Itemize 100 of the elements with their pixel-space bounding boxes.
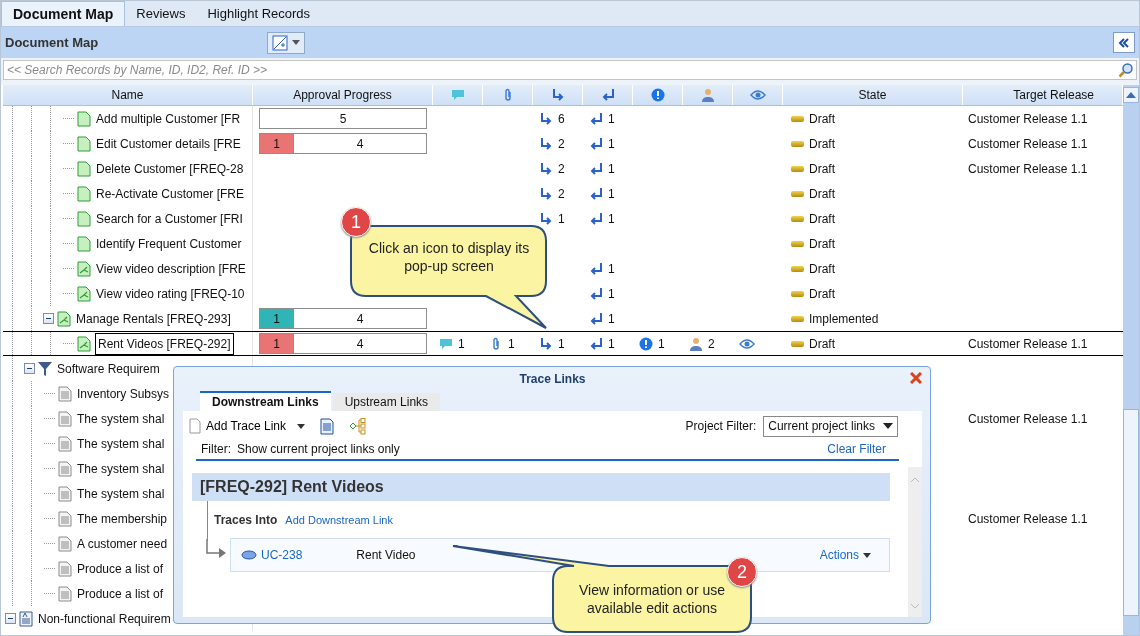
tab[interactable]: Downstream Links xyxy=(200,391,331,411)
count-text[interactable]: 1 xyxy=(558,211,565,226)
return-arrow-icon xyxy=(589,186,603,201)
callout-text: View information or use available edit actions xyxy=(577,581,726,617)
count-text[interactable]: 1 xyxy=(608,261,615,276)
count-text[interactable]: 6 xyxy=(558,111,565,126)
linked-document-icon xyxy=(57,310,71,327)
expander-toggle[interactable] xyxy=(24,363,35,374)
count-text[interactable]: 1 xyxy=(608,186,615,201)
record-name[interactable]: View video rating [FREQ-10 xyxy=(96,286,245,301)
state-text: Draft xyxy=(809,261,835,276)
view-options-button[interactable] xyxy=(267,31,305,54)
target-release-text: Customer Release 1.1 xyxy=(968,161,1088,176)
record-name[interactable]: Search for a Customer [FRI xyxy=(96,211,243,226)
scrollbar[interactable] xyxy=(1123,85,1139,635)
state-icon xyxy=(791,190,804,197)
state-text: Draft xyxy=(809,236,835,251)
state-text: Draft xyxy=(809,286,835,301)
close-icon[interactable] xyxy=(910,372,922,384)
record-name[interactable]: View video description [FRE xyxy=(96,261,246,276)
state-icon xyxy=(791,165,804,172)
count-text[interactable]: 2 xyxy=(708,336,715,351)
clear-filter-link[interactable]: Clear Filter xyxy=(827,442,886,456)
document-icon xyxy=(77,185,91,202)
count-text[interactable]: 1 xyxy=(608,136,615,151)
count-text[interactable]: 1 xyxy=(608,286,615,301)
linked-document-icon xyxy=(77,335,91,352)
tab[interactable]: Reviews xyxy=(125,2,197,26)
report-icon[interactable] xyxy=(320,417,335,435)
count-text[interactable]: 1 xyxy=(608,111,615,126)
count-text[interactable]: 2 xyxy=(558,161,565,176)
search-field[interactable]: << Search Records by Name, ID, ID2, Ref. ID >> xyxy=(3,60,1137,80)
record-name[interactable]: The system shal xyxy=(77,461,165,476)
linked-document-icon xyxy=(77,285,91,302)
project-filter-dropdown[interactable]: Current project links xyxy=(763,415,898,437)
target-release-text: Customer Release 1.1 xyxy=(968,411,1088,426)
state-icon xyxy=(791,240,804,247)
return-arrow-icon xyxy=(589,286,603,301)
count-text[interactable]: 2 xyxy=(558,186,565,201)
text-document-icon xyxy=(58,535,72,552)
count-text[interactable]: 1 xyxy=(508,336,515,351)
count-text[interactable]: 2 xyxy=(558,136,565,151)
expander-toggle[interactable] xyxy=(5,613,16,624)
scroll-up-icon[interactable] xyxy=(1126,92,1136,98)
expander-toggle[interactable] xyxy=(43,313,54,324)
search-icon xyxy=(1118,62,1134,78)
tab[interactable]: Document Map xyxy=(1,1,126,26)
dialog-title: Trace Links xyxy=(519,372,586,386)
column-header[interactable]: Approval Progress xyxy=(253,85,433,105)
downstream-arrow-icon xyxy=(539,111,553,126)
caret-icon[interactable] xyxy=(297,423,306,429)
record-name[interactable]: Produce a list of xyxy=(77,586,164,601)
add-trace-link-button[interactable]: Add Trace Link xyxy=(206,419,287,433)
record-name[interactable]: Edit Customer details [FRE xyxy=(96,136,241,151)
record-name[interactable]: Add multiple Customer [FR xyxy=(96,111,241,126)
record-name[interactable]: The membership xyxy=(77,511,168,526)
record-name[interactable]: Inventory Subsys xyxy=(77,386,170,401)
eye-icon xyxy=(739,336,755,351)
dropdown-arrow-icon xyxy=(883,423,893,429)
hierarchy-icon[interactable] xyxy=(349,417,368,435)
record-name[interactable]: Delete Customer [FREQ-28 xyxy=(96,161,244,176)
record-name[interactable]: Produce a list of xyxy=(77,561,164,576)
record-name[interactable]: Identify Frequent Customer xyxy=(96,236,242,251)
linked-document-icon xyxy=(77,260,91,277)
record-name[interactable]: A customer need xyxy=(77,536,168,551)
record-name[interactable]: The system shal xyxy=(77,411,165,426)
record-id-link[interactable]: UC-238 xyxy=(261,548,303,562)
document-icon xyxy=(77,235,91,252)
double-chevron-left-icon xyxy=(1118,37,1130,48)
column-header[interactable]: State xyxy=(783,85,963,105)
count-text[interactable]: 1 xyxy=(608,311,615,326)
return-arrow-icon xyxy=(589,261,603,276)
count-text[interactable]: 1 xyxy=(658,336,665,351)
add-downstream-link[interactable]: Add Downstream Link xyxy=(285,513,393,526)
record-name[interactable]: Non-functional Requirem xyxy=(38,611,171,626)
state-icon xyxy=(791,265,804,272)
record-name[interactable]: Rent Videos [FREQ-292] xyxy=(96,333,233,354)
return-arrow-icon xyxy=(589,336,603,351)
record-name[interactable]: Manage Rentals [FREQ-293] xyxy=(76,311,231,326)
state-icon xyxy=(791,340,804,347)
state-icon xyxy=(791,215,804,222)
count-text[interactable]: 1 xyxy=(608,161,615,176)
count-text[interactable]: 1 xyxy=(458,336,465,351)
state-icon xyxy=(791,290,804,297)
record-name[interactable]: Software Requirem xyxy=(57,361,160,376)
column-header[interactable]: Name xyxy=(3,85,253,105)
record-name[interactable]: The system shal xyxy=(77,436,165,451)
caret-icon[interactable] xyxy=(863,552,871,558)
text-document-icon xyxy=(58,560,72,577)
count-text[interactable]: 1 xyxy=(558,336,565,351)
tab[interactable]: Highlight Records xyxy=(196,2,322,26)
count-text[interactable]: 1 xyxy=(608,211,615,226)
count-text[interactable]: 1 xyxy=(608,336,615,351)
return-arrow-icon xyxy=(589,211,603,226)
collapse-panel-button[interactable] xyxy=(1113,32,1135,53)
record-name[interactable]: Re-Activate Customer [FRE xyxy=(96,186,245,201)
record-name[interactable]: The system shal xyxy=(77,486,165,501)
tab[interactable]: Upstream Links xyxy=(332,393,441,411)
panel-title: Document Map xyxy=(5,35,100,50)
actions-menu[interactable]: Actions xyxy=(819,548,859,562)
